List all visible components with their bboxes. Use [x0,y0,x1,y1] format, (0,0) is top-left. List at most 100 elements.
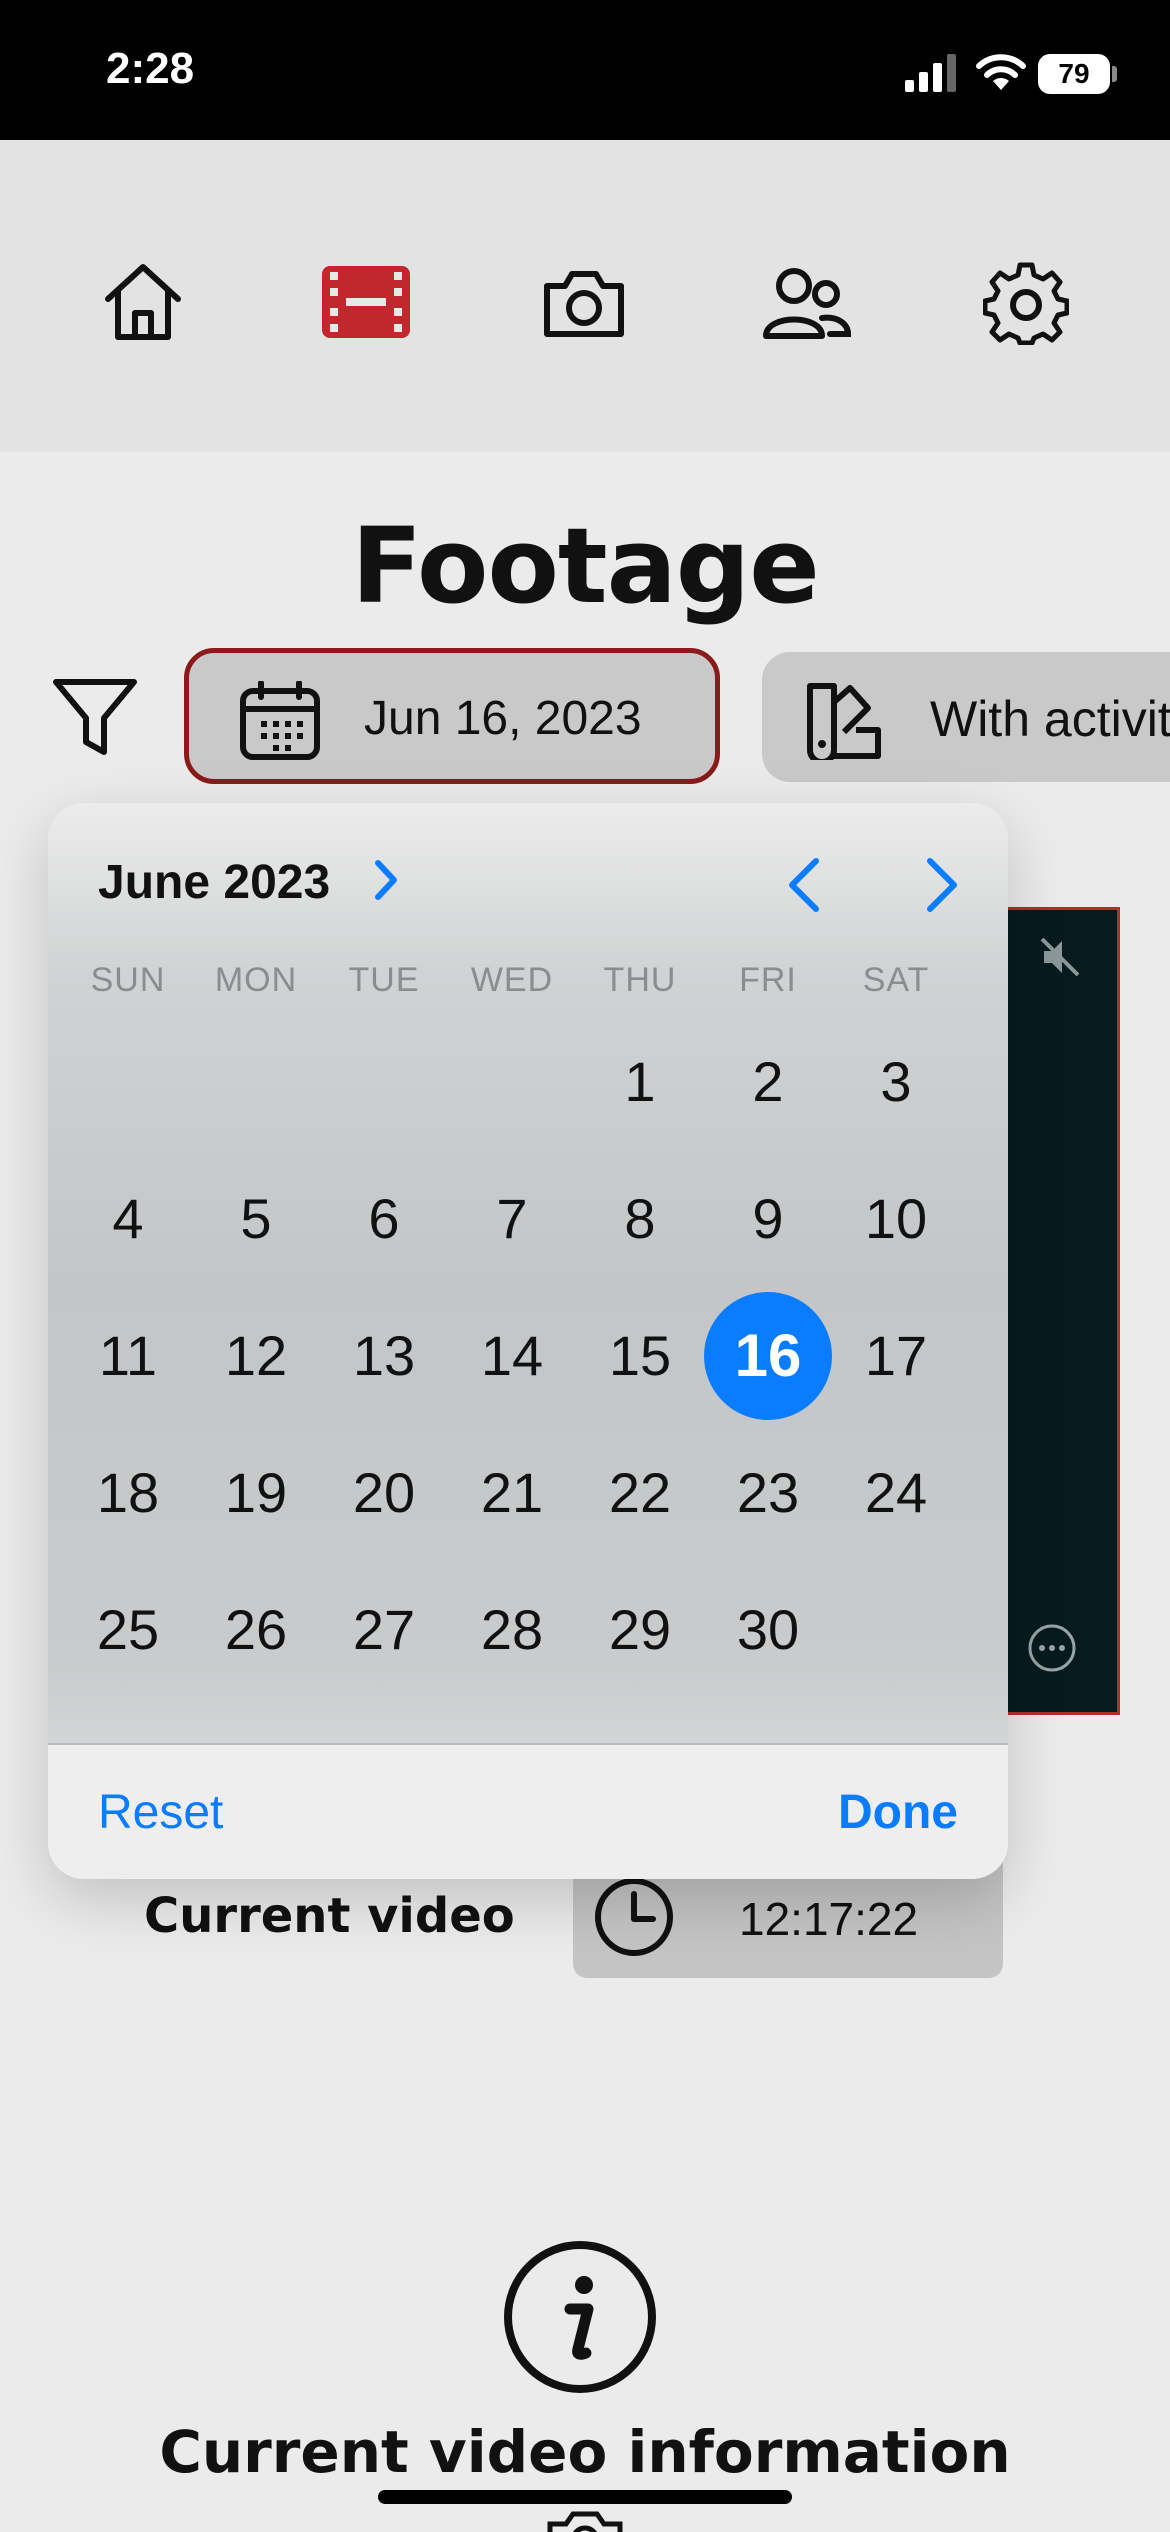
film-icon [322,266,410,338]
day-number: 24 [864,1461,928,1524]
day-number: 6 [368,1187,400,1250]
day-cell[interactable]: 14 [448,1287,576,1424]
day-cell[interactable]: 11 [64,1287,192,1424]
day-number: 3 [880,1050,912,1113]
day-cell[interactable]: 7 [448,1150,576,1287]
day-cell[interactable]: 4 [64,1150,192,1287]
day-number: 26 [224,1598,288,1661]
day-number: 29 [608,1598,672,1661]
battery-indicator: 79 [1038,54,1110,94]
day-cell[interactable]: 23 [704,1424,832,1561]
calendar-icon [240,681,320,760]
clock-icon [595,1878,673,1956]
day-cell[interactable]: 25 [64,1561,192,1698]
day-number: 30 [736,1598,800,1661]
day-cell[interactable]: 10 [832,1150,960,1287]
day-cell[interactable]: 17 [832,1287,960,1424]
home-icon [105,264,181,340]
month-year-title[interactable]: June 2023 [98,855,330,910]
chevron-right-icon[interactable] [370,857,402,903]
weekday-label: THU [603,961,677,999]
day-number: 14 [480,1324,544,1387]
day-number: 5 [240,1187,272,1250]
wifi-icon [976,54,1026,90]
date-picker-popover: June 2023 SUN MON TUE WED THU FRI SAT 12… [48,803,1008,1879]
day-number: 15 [608,1324,672,1387]
day-cell[interactable]: 6 [320,1150,448,1287]
day-cell-selected[interactable]: 16 [704,1287,832,1424]
day-cell[interactable]: 24 [832,1424,960,1561]
activity-filter-button[interactable]: With activity [762,652,1170,782]
gear-icon [983,262,1069,345]
day-cell[interactable]: 9 [704,1150,832,1287]
filter-icon[interactable] [50,672,140,762]
cellular-signal-icon [905,54,956,92]
day-number: 13 [352,1324,416,1387]
empty-day-cell [448,1013,576,1150]
day-number: 8 [624,1187,656,1250]
day-cell[interactable]: 22 [576,1424,704,1561]
status-time: 2:28 [106,44,195,93]
day-number: 28 [480,1598,544,1661]
day-cell[interactable]: 20 [320,1424,448,1561]
day-grid: 1 2 3 4 5 6 7 8 9 10 11 12 13 14 15 16 17 18 19 20 21 22 23 24 2… [64,1013,960,1698]
day-cell[interactable]: 29 [576,1561,704,1698]
day-cell[interactable]: 1 [576,1013,704,1150]
camera-icon [547,2511,623,2532]
date-filter-button[interactable]: Jun 16, 2023 [184,648,720,784]
reset-button[interactable]: Reset [98,1785,223,1840]
nav-users-button[interactable] [756,252,856,352]
day-cell[interactable]: 2 [704,1013,832,1150]
day-cell[interactable]: 5 [192,1150,320,1287]
empty-day-cell [192,1013,320,1150]
nav-camera-button[interactable] [534,252,634,352]
current-video-time-text: 12:17:22 [739,1893,919,1945]
battery-tip [1112,66,1117,82]
day-cell[interactable]: 30 [704,1561,832,1698]
weekday-header: SUN MON TUE WED THU FRI SAT [64,961,960,1000]
day-number: 16 [704,1291,832,1420]
day-cell[interactable]: 26 [192,1561,320,1698]
current-video-label: Current video [144,1888,515,1944]
day-cell[interactable]: 15 [576,1287,704,1424]
day-number: 22 [608,1461,672,1524]
day-cell[interactable]: 19 [192,1424,320,1561]
camera-icon [544,271,624,337]
day-number: 27 [352,1598,416,1661]
empty-day-cell [64,1013,192,1150]
day-cell[interactable]: 27 [320,1561,448,1698]
mute-icon[interactable] [1038,935,1082,979]
day-cell[interactable]: 8 [576,1150,704,1287]
nav-settings-button[interactable] [976,252,1076,352]
day-number: 2 [752,1050,784,1113]
weekday-label: SAT [862,961,930,999]
next-month-button[interactable] [908,855,968,915]
top-navigation [0,140,1170,452]
day-number: 4 [112,1187,144,1250]
day-number: 11 [98,1324,158,1387]
more-options-icon[interactable] [1026,1622,1078,1674]
day-cell[interactable]: 28 [448,1561,576,1698]
day-cell[interactable]: 18 [64,1424,192,1561]
home-indicator [378,2490,792,2504]
day-number: 12 [224,1324,288,1387]
nav-home-button[interactable] [93,252,193,352]
users-icon [763,268,852,339]
day-number: 18 [96,1461,160,1524]
done-button[interactable]: Done [838,1785,958,1840]
day-cell[interactable]: 21 [448,1424,576,1561]
day-number: 17 [864,1324,928,1387]
status-bar: 2:28 79 [0,0,1170,140]
day-number: 9 [752,1187,784,1250]
day-cell[interactable]: 3 [832,1013,960,1150]
nav-footage-button[interactable] [316,252,416,352]
video-player[interactable] [1002,907,1120,1715]
day-cell[interactable]: 12 [192,1287,320,1424]
day-cell[interactable]: 13 [320,1287,448,1424]
activity-filter-label: With activity [930,691,1170,747]
previous-month-button[interactable] [778,855,838,915]
weekday-label: FRI [739,961,797,999]
date-filter-label: Jun 16, 2023 [364,692,642,745]
date-picker-footer: Reset Done [48,1745,1008,1879]
weekday-label: SUN [90,961,166,999]
